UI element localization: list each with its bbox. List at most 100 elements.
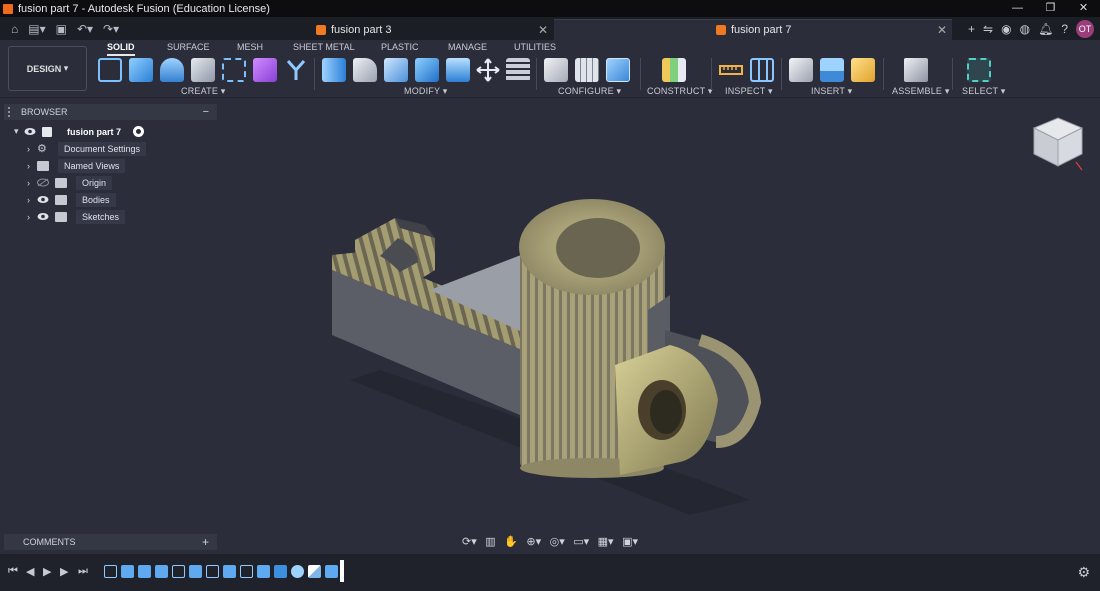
tab-manage[interactable]: MANAGE bbox=[448, 42, 487, 52]
drag-handle-icon[interactable] bbox=[8, 107, 14, 117]
tab-utilities[interactable]: UTILITIES bbox=[514, 42, 556, 52]
timeline-step-extrude[interactable] bbox=[121, 565, 134, 578]
tab-sheet-metal[interactable]: SHEET METAL bbox=[293, 42, 355, 52]
timeline-step-sketch[interactable] bbox=[240, 565, 253, 578]
rectangular-pattern-icon[interactable] bbox=[222, 58, 246, 82]
browser-item-bodies[interactable]: › Bodies bbox=[27, 192, 116, 207]
select-icon[interactable] bbox=[967, 58, 991, 82]
group-modify[interactable]: MODIFY ▾ bbox=[404, 86, 447, 97]
fillet-icon[interactable] bbox=[353, 58, 377, 82]
tab-solid[interactable]: SOLID bbox=[107, 42, 135, 56]
theme-table-icon[interactable] bbox=[606, 58, 630, 82]
canvas-image-icon[interactable] bbox=[820, 58, 844, 82]
visibility-eye-icon[interactable] bbox=[37, 212, 49, 221]
hole-icon[interactable] bbox=[191, 58, 215, 82]
comments-panel-header[interactable]: COMMENTS + bbox=[4, 534, 217, 550]
tab-plastic[interactable]: PLASTIC bbox=[381, 42, 419, 52]
save-icon[interactable]: ▣ bbox=[56, 22, 67, 36]
pan-icon[interactable]: ✋ bbox=[504, 535, 518, 548]
timeline-step-extrude[interactable] bbox=[155, 565, 168, 578]
extrude-icon[interactable] bbox=[129, 58, 153, 82]
measure-icon[interactable] bbox=[719, 58, 743, 82]
chevron-right-icon[interactable]: › bbox=[27, 178, 37, 188]
group-construct[interactable]: CONSTRUCT ▾ bbox=[647, 86, 713, 97]
timeline-step-sketch[interactable] bbox=[206, 565, 219, 578]
shell-icon[interactable] bbox=[384, 58, 408, 82]
chevron-right-icon[interactable]: › bbox=[27, 195, 37, 205]
group-insert[interactable]: INSERT ▾ bbox=[811, 86, 852, 97]
section-analysis-icon[interactable] bbox=[750, 58, 774, 82]
orbit-icon[interactable]: ⟳▾ bbox=[462, 535, 477, 548]
notifications-icon[interactable]: 🔔︎ bbox=[1038, 22, 1053, 36]
group-select[interactable]: SELECT ▾ bbox=[962, 86, 1005, 97]
timeline-step-extrude[interactable] bbox=[257, 565, 270, 578]
help-icon[interactable]: ? bbox=[1061, 22, 1068, 36]
add-comment-icon[interactable]: + bbox=[202, 535, 209, 549]
visibility-eye-icon[interactable] bbox=[37, 195, 49, 204]
tab-fusion-part-3[interactable]: fusion part 3 ✕ bbox=[300, 19, 552, 40]
file-menu-icon[interactable]: ▤▾ bbox=[28, 22, 45, 36]
timeline-step-extrude[interactable] bbox=[189, 565, 202, 578]
group-inspect[interactable]: INSPECT ▾ bbox=[725, 86, 773, 97]
timeline-step-extrude[interactable] bbox=[138, 565, 151, 578]
redo-icon[interactable]: ↷▾ bbox=[103, 22, 119, 36]
close-icon[interactable]: ✕ bbox=[1067, 0, 1100, 17]
timeline-settings-gear-icon[interactable]: ⚙ bbox=[1077, 564, 1090, 581]
viewcube[interactable] bbox=[1032, 116, 1084, 172]
timeline-marker[interactable] bbox=[340, 560, 344, 582]
timeline-step-rib[interactable] bbox=[308, 565, 321, 578]
grid-icon[interactable]: ▦▾ bbox=[598, 535, 614, 548]
model-viewport[interactable] bbox=[260, 180, 820, 525]
create-form-icon[interactable] bbox=[253, 58, 277, 82]
zoom-icon[interactable]: ⊕▾ bbox=[526, 535, 541, 548]
timeline-step-sketch[interactable] bbox=[172, 565, 185, 578]
timeline-step-extrude[interactable] bbox=[223, 565, 236, 578]
display-settings-icon[interactable]: ▭▾ bbox=[573, 535, 589, 548]
collapse-panel-icon[interactable]: − bbox=[203, 106, 209, 118]
tab-surface[interactable]: SURFACE bbox=[167, 42, 210, 52]
hidden-eye-icon[interactable] bbox=[37, 178, 49, 187]
new-tab-icon[interactable]: + bbox=[968, 22, 975, 36]
fit-icon[interactable]: ◎▾ bbox=[550, 535, 565, 548]
home-icon[interactable]: ⌂ bbox=[11, 22, 18, 36]
timeline-step-combine[interactable] bbox=[274, 565, 287, 578]
tab-fusion-part-7[interactable]: fusion part 7 ✕ bbox=[554, 19, 952, 40]
step-back-icon[interactable]: ◀ bbox=[26, 565, 34, 578]
combine-icon[interactable] bbox=[415, 58, 439, 82]
browser-item-document-settings[interactable]: › ⚙ Document Settings bbox=[27, 141, 147, 156]
restore-icon[interactable]: ❐ bbox=[1034, 0, 1067, 17]
browser-root-node[interactable]: ▾ fusion part 7 bbox=[14, 124, 145, 139]
offset-face-icon[interactable] bbox=[446, 58, 470, 82]
browser-item-sketches[interactable]: › Sketches bbox=[27, 209, 126, 224]
new-component-icon[interactable] bbox=[904, 58, 928, 82]
minimize-icon[interactable]: — bbox=[1001, 0, 1034, 17]
press-pull-icon[interactable] bbox=[322, 58, 346, 82]
timeline-step-sketch[interactable] bbox=[104, 565, 117, 578]
chevron-right-icon[interactable]: › bbox=[27, 144, 37, 154]
go-to-end-icon[interactable]: ⏭ bbox=[78, 565, 88, 578]
configuration-table-icon[interactable] bbox=[575, 58, 599, 82]
group-assemble[interactable]: ASSEMBLE ▾ bbox=[892, 86, 950, 97]
group-create[interactable]: CREATE ▾ bbox=[181, 86, 225, 97]
group-configure[interactable]: CONFIGURE ▾ bbox=[558, 86, 621, 97]
visibility-eye-icon[interactable] bbox=[24, 127, 36, 136]
insert-mesh-icon[interactable] bbox=[851, 58, 875, 82]
job-status-icon[interactable]: ◍ bbox=[1020, 22, 1030, 36]
revolve-icon[interactable] bbox=[160, 58, 184, 82]
offset-plane-icon[interactable] bbox=[662, 58, 686, 82]
configure-table-icon[interactable] bbox=[544, 58, 568, 82]
chevron-right-icon[interactable]: › bbox=[27, 212, 37, 222]
workspace-switcher[interactable]: DESIGN ▾ bbox=[8, 46, 87, 91]
tab-mesh[interactable]: MESH bbox=[237, 42, 263, 52]
viewports-icon[interactable]: ▣▾ bbox=[622, 535, 638, 548]
chevron-right-icon[interactable]: › bbox=[27, 161, 37, 171]
go-to-start-icon[interactable]: ⏮ bbox=[8, 565, 18, 578]
look-at-icon[interactable]: ▥ bbox=[485, 535, 495, 548]
user-avatar[interactable]: OT bbox=[1076, 19, 1094, 38]
browser-panel-header[interactable]: BROWSER − bbox=[4, 104, 217, 120]
timeline-step-fillet[interactable] bbox=[291, 565, 304, 578]
step-forward-icon[interactable]: ▶ bbox=[60, 565, 68, 578]
undo-icon[interactable]: ↶▾ bbox=[77, 22, 93, 36]
browser-item-origin[interactable]: › Origin bbox=[27, 175, 113, 190]
close-tab-icon[interactable]: ✕ bbox=[937, 23, 947, 37]
